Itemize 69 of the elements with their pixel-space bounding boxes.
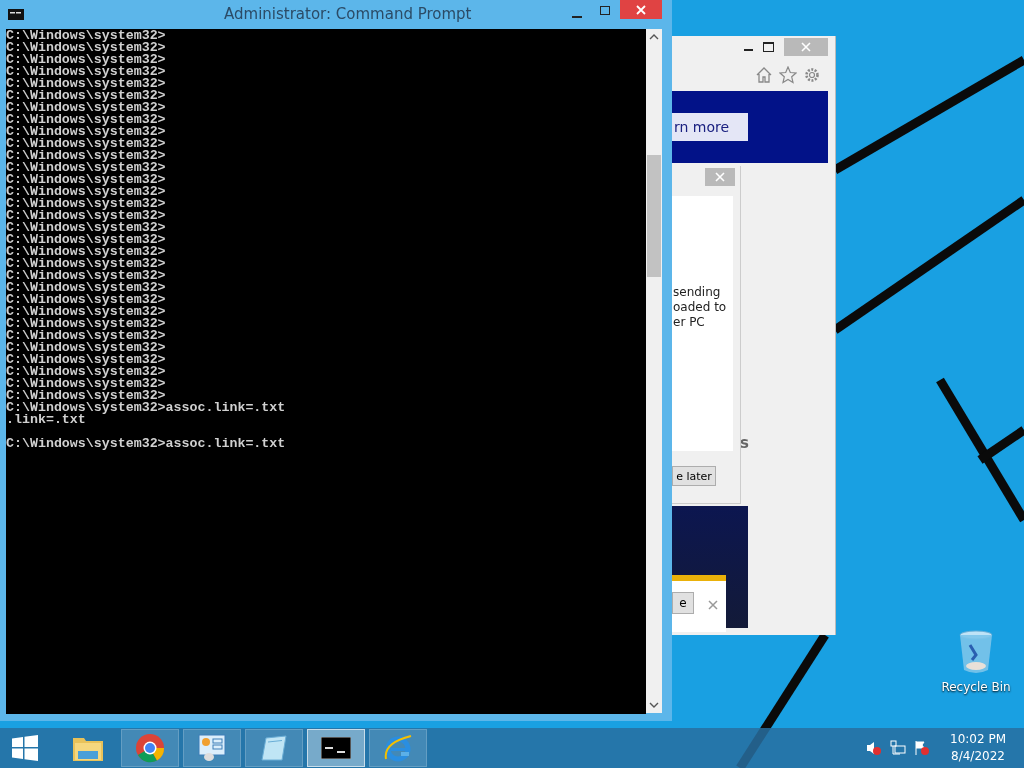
clock-time[interactable]: 10:02 PM <box>950 731 1006 748</box>
windows-logo-icon[interactable] <box>12 735 38 761</box>
console-line: C:\Windows\system32> <box>6 150 166 162</box>
console-line: C:\Windows\system32> <box>6 342 166 354</box>
scrollbar[interactable] <box>646 29 662 713</box>
console-line: C:\Windows\system32> <box>6 366 166 378</box>
console-line: C:\Windows\system32> <box>6 390 166 402</box>
console-line: C:\Windows\system32> <box>6 246 166 258</box>
close-icon <box>801 42 811 52</box>
console-line: C:\Windows\system32> <box>6 198 166 210</box>
console-line: C:\Windows\system32> <box>6 42 166 54</box>
close-icon[interactable] <box>708 600 718 610</box>
console-line: C:\Windows\system32> <box>6 66 166 78</box>
notification-button[interactable]: e <box>672 592 694 614</box>
internet-explorer-icon <box>383 733 413 763</box>
console-line: C:\Windows\system32> <box>6 186 166 198</box>
recycle-bin-icon[interactable] <box>958 630 994 674</box>
console-line: .link=.txt <box>6 414 86 426</box>
star-icon[interactable] <box>779 66 797 84</box>
window-title: Administrator: Command Prompt <box>224 5 472 23</box>
console-line: C:\Windows\system32> <box>6 306 166 318</box>
console-line: C:\Windows\system32> <box>6 282 166 294</box>
console-line: C:\Windows\system32> <box>6 222 166 234</box>
notepad-icon <box>260 734 288 762</box>
later-button[interactable]: e later <box>672 466 716 486</box>
console-line: C:\Windows\system32> <box>6 78 166 90</box>
console-line: C:\Windows\system32> <box>6 90 166 102</box>
console-line: C:\Windows\system32>assoc.link=.txt <box>6 402 286 414</box>
scrollbar-thumb[interactable] <box>647 155 661 277</box>
console-line: C:\Windows\system32> <box>6 330 166 342</box>
control-panel-icon <box>197 733 227 763</box>
console-line: C:\Windows\system32> <box>6 210 166 222</box>
console-line: C:\Windows\system32> <box>6 114 166 126</box>
restore-button[interactable] <box>598 4 610 16</box>
chrome-icon <box>135 733 165 763</box>
scroll-up-icon[interactable] <box>649 33 659 41</box>
learn-more-button[interactable]: rn more <box>672 113 748 141</box>
console-line: C:\Windows\system32> <box>6 270 166 282</box>
console-line: C:\Windows\system32> <box>6 126 166 138</box>
console-line: C:\Windows\system32> <box>6 54 166 66</box>
dialog-text: sending oaded to er PC <box>673 285 727 330</box>
network-icon[interactable] <box>890 740 906 756</box>
close-icon <box>636 4 646 15</box>
close-button[interactable] <box>620 0 662 19</box>
console-line: C:\Windows\system32> <box>6 138 166 150</box>
maximize-button[interactable] <box>763 42 774 52</box>
clock-date[interactable]: 8/4/2022 <box>951 748 1005 765</box>
flag-icon[interactable] <box>914 740 930 756</box>
console-line: C:\Windows\system32> <box>6 294 166 306</box>
console-line: C:\Windows\system32> <box>6 102 166 114</box>
muted-speaker-icon[interactable] <box>866 740 882 756</box>
settings-icon[interactable] <box>803 66 821 84</box>
console-line: C:\Windows\system32> <box>6 318 166 330</box>
heading-text: s <box>740 434 749 452</box>
close-button[interactable] <box>705 168 735 186</box>
scroll-down-icon[interactable] <box>649 701 659 709</box>
console-line: C:\Windows\system32> <box>6 174 166 186</box>
close-icon <box>715 172 725 182</box>
console-line: C:\Windows\system32> <box>6 234 166 246</box>
console-line: C:\Windows\system32> <box>6 162 166 174</box>
console-icon <box>321 737 351 759</box>
console-icon <box>8 9 24 20</box>
console-line: C:\Windows\system32> <box>6 354 166 366</box>
console-line: C:\Windows\system32>assoc.link=.txt <box>6 438 286 450</box>
home-icon[interactable] <box>755 66 773 84</box>
taskbar-button[interactable] <box>307 729 365 767</box>
console-line: C:\Windows\system32> <box>6 258 166 270</box>
console-line: C:\Windows\system32> <box>6 378 166 390</box>
console-line: C:\Windows\system32> <box>6 30 166 42</box>
